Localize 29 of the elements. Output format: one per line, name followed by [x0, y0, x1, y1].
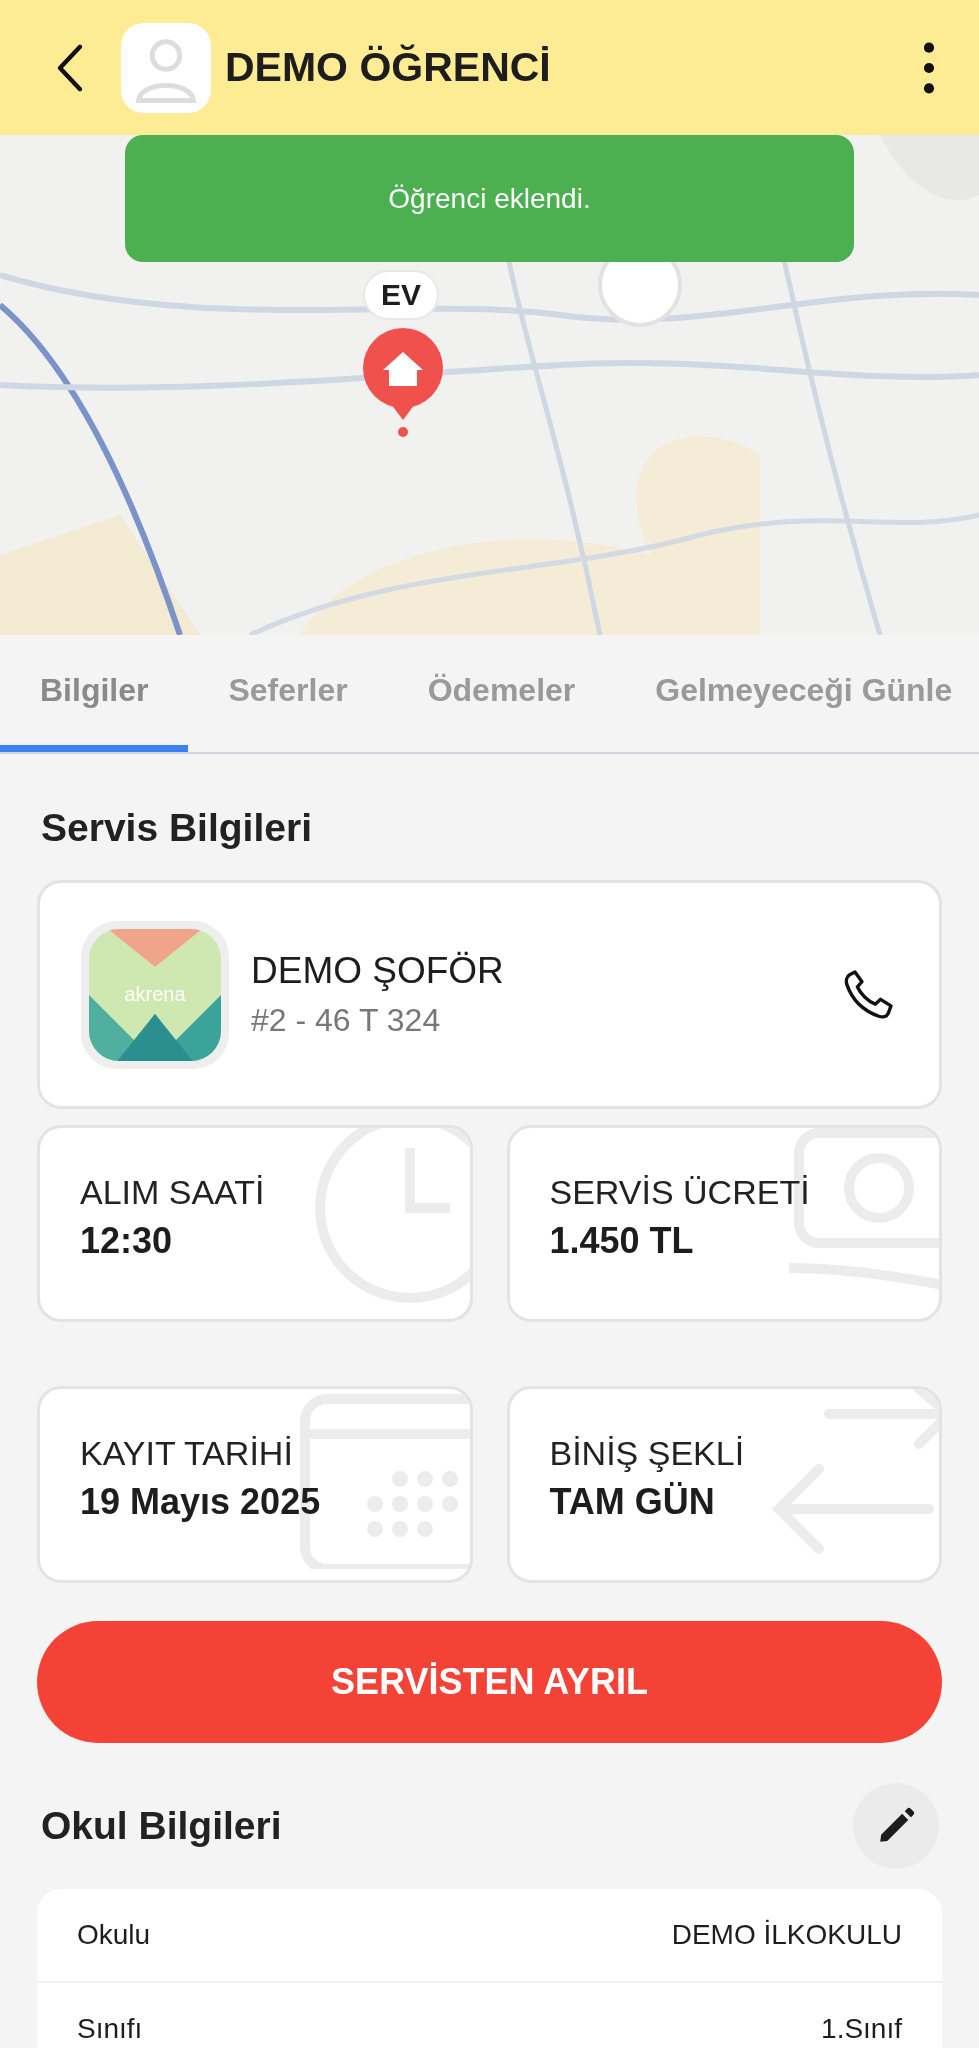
company-logo: akrena — [81, 920, 229, 1069]
tab[interactable]: Seferler — [188, 635, 388, 752]
row-label: Sınıfı — [77, 2013, 143, 2045]
card-value: 1.450 TL — [549, 1220, 694, 1262]
student-name: DEMO ÖĞRENCİ — [225, 44, 552, 91]
logo-pattern-icon — [89, 928, 221, 1061]
card-label: ALIM SAATİ — [80, 1173, 265, 1212]
avatar-icon — [121, 22, 211, 113]
success-toast: Öğrenci eklendi. — [125, 135, 854, 262]
row-value: DEMO İLKOKULU — [671, 1919, 902, 1951]
card-value: 12:30 — [80, 1220, 173, 1262]
section-title: Okul Bilgileri — [41, 1804, 282, 1848]
card-label: SERVİS ÜCRETİ — [549, 1173, 810, 1212]
tab[interactable]: Gelmeyeceği Günle — [615, 635, 953, 752]
home-pin-icon[interactable] — [361, 328, 445, 438]
row-value: 1.Sınıf — [821, 2013, 902, 2045]
driver-name: DEMO ŞOFÖR — [251, 950, 505, 992]
vehicle-plate: #2 - 46 T 324 — [251, 1002, 442, 1039]
card-label: KAYIT TARİHİ — [80, 1434, 293, 1473]
row-label: Okulu — [77, 1919, 151, 1951]
leave-service-button[interactable]: SERVİSTEN AYRIL — [37, 1621, 942, 1743]
card-value: TAM GÜN — [549, 1481, 715, 1523]
section-title: Servis Bilgileri — [40, 805, 313, 851]
tab[interactable]: Ödemeler — [387, 635, 616, 752]
more-menu-icon[interactable] — [923, 41, 935, 94]
card-label: BİNİŞ ŞEKLİ — [549, 1434, 745, 1473]
tab[interactable]: Bilgiler — [0, 635, 189, 752]
card-value: 19 Mayıs 2025 — [80, 1481, 321, 1523]
driver-card[interactable]: akrena DEMO ŞOFÖR #2 - 46 T 324 — [37, 880, 942, 1109]
